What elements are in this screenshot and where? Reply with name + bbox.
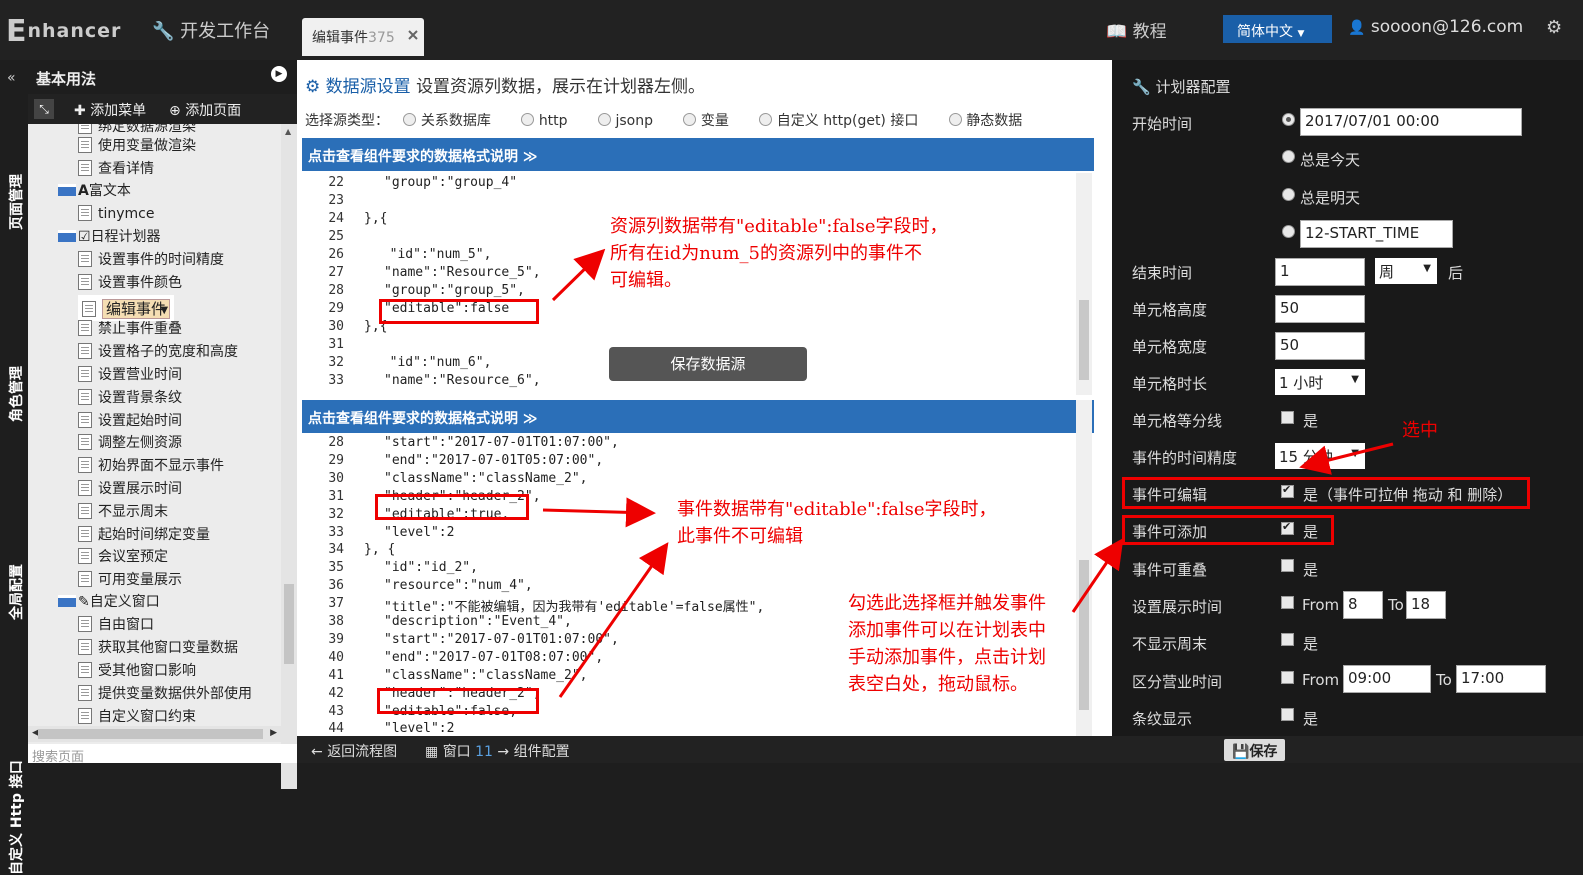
arrow-event-2 xyxy=(558,542,669,698)
arrow-selected xyxy=(1299,442,1394,475)
annotation-arrows xyxy=(542,248,1394,698)
arrow-event xyxy=(542,497,656,528)
arrow-resource xyxy=(551,248,606,302)
arrow-addable xyxy=(1071,538,1124,613)
vtab-http-api-label: 自定义 Http 接口 xyxy=(9,760,25,875)
